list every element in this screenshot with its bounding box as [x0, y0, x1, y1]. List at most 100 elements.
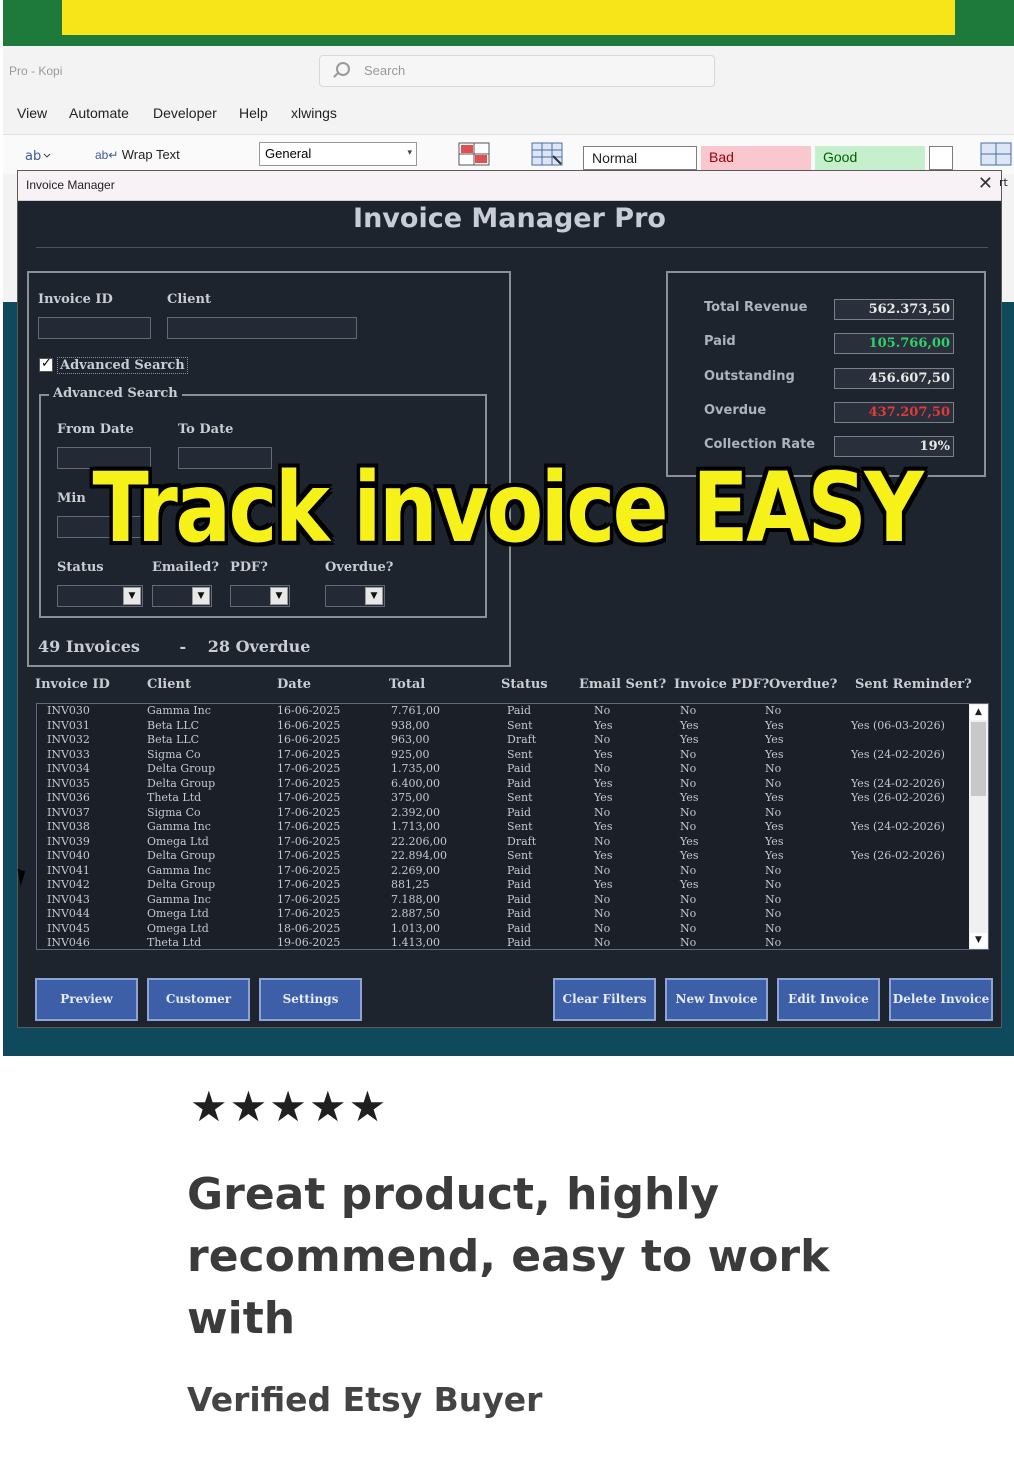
cell-client: Theta Ltd	[147, 791, 202, 804]
invoice-list[interactable]: INV030 Gamma Inc 16-06-2025 7.761,00 Paid No N…	[36, 703, 989, 950]
status-dropdown[interactable]: ▼	[57, 585, 143, 607]
cell-style-bad[interactable]: Bad	[701, 146, 811, 170]
close-icon[interactable]: ✕	[978, 173, 993, 194]
chevron-down-icon: ▼	[270, 587, 288, 605]
table-row[interactable]: INV033 Sigma Co 17-06-2025 925,00 Sent Yes No Y…	[37, 748, 967, 763]
cell-invoice-pdf: No	[680, 805, 697, 819]
table-row[interactable]: INV037 Sigma Co 17-06-2025 2.392,00 Paid No No…	[37, 806, 967, 821]
preview-button[interactable]: Preview	[35, 978, 138, 1021]
table-row[interactable]: INV031 Beta LLC 16-06-2025 938,00 Sent Yes Yes…	[37, 719, 967, 734]
orientation-icon[interactable]: ab	[23, 144, 53, 168]
clear-filters-button[interactable]: Clear Filters	[553, 978, 656, 1021]
cell-client: Omega Ltd	[147, 834, 209, 848]
cell-invoice-id: INV044	[47, 907, 90, 920]
cell-style-more[interactable]	[929, 146, 953, 170]
cell-sent-reminder: Yes (26-02-2026)	[851, 849, 945, 862]
cell-total: 938,00	[391, 718, 430, 732]
table-row[interactable]: INV036 Theta Ltd 17-06-2025 375,00 Sent Yes Ye…	[37, 791, 967, 806]
cell-client: Omega Ltd	[147, 921, 209, 935]
cell-overdue: No	[765, 776, 782, 790]
col-header-invoice-pdf[interactable]: Invoice PDF?	[674, 677, 769, 692]
cell-invoice-id: INV036	[47, 791, 90, 804]
summary-panel: Total Revenue 562.373,50 Paid 105.766,00…	[666, 271, 986, 477]
col-header-sent-reminder[interactable]: Sent Reminder?	[855, 677, 972, 692]
cell-style-normal[interactable]: Normal	[583, 146, 697, 170]
settings-button[interactable]: Settings	[259, 978, 362, 1021]
scroll-up-icon[interactable]: ▲	[970, 705, 987, 720]
table-row[interactable]: INV034 Delta Group 17-06-2025 1.735,00 Paid N…	[37, 762, 967, 777]
invoice-manager-dialog: Invoice Manager ✕ Invoice Manager Pro In…	[17, 170, 1002, 1028]
table-row[interactable]: INV032 Beta LLC 16-06-2025 963,00 Draft No Yes…	[37, 733, 967, 748]
cell-email-sent: No	[594, 936, 611, 949]
table-row[interactable]: INV035 Delta Group 17-06-2025 6.400,00 Paid Y…	[37, 777, 967, 792]
cell-invoice-id: INV030	[47, 704, 90, 717]
cell-total: 963,00	[391, 733, 430, 746]
review-text: Great product, highly recommend, easy to…	[187, 1169, 830, 1344]
table-row[interactable]: INV045 Omega Ltd 18-06-2025 1.013,00 Paid No N…	[37, 922, 967, 937]
table-row[interactable]: INV038 Gamma Inc 17-06-2025 1.713,00 Sent Yes…	[37, 820, 967, 835]
invoice-count-summary: 49 Invoices - 28 Overdue	[38, 637, 310, 656]
table-row[interactable]: INV043 Gamma Inc 17-06-2025 7.188,00 Paid No N…	[37, 893, 967, 908]
list-scrollbar[interactable]: ▲ ▼	[969, 704, 988, 949]
col-header-total[interactable]: Total	[389, 677, 425, 692]
from-date-label: From Date	[57, 422, 134, 437]
ribbon-tab-developer[interactable]: Developer	[153, 105, 217, 121]
edit-invoice-button[interactable]: Edit Invoice	[777, 978, 880, 1021]
cell-sent-reminder: Yes (06-03-2026)	[851, 718, 945, 732]
page-title: Invoice Manager Pro	[353, 203, 666, 234]
pdf-dropdown[interactable]: ▼	[230, 585, 290, 607]
ribbon-tab-automate[interactable]: Automate	[69, 105, 129, 121]
table-row[interactable]: INV041 Gamma Inc 17-06-2025 2.269,00 Paid No N…	[37, 864, 967, 879]
cell-invoice-pdf: Yes	[680, 878, 699, 891]
wrap-text-button[interactable]: ab↵ Wrap Text	[95, 147, 180, 162]
excel-search-box[interactable]: Search	[319, 55, 715, 87]
col-header-overdue[interactable]: Overdue?	[769, 677, 837, 692]
scroll-down-icon[interactable]: ▼	[970, 933, 987, 948]
cell-client: Gamma Inc	[147, 892, 211, 906]
cell-style-good[interactable]: Good	[815, 146, 925, 170]
dialog-titlebar[interactable]: Invoice Manager ✕	[18, 171, 1001, 201]
cell-email-sent: No	[594, 834, 611, 848]
col-header-client[interactable]: Client	[147, 677, 191, 692]
table-row[interactable]: INV030 Gamma Inc 16-06-2025 7.761,00 Paid No N…	[37, 704, 967, 719]
overdue-dropdown[interactable]: ▼	[325, 585, 385, 607]
chevron-down-icon: ▼	[123, 587, 141, 605]
col-header-invoice-id[interactable]: Invoice ID	[35, 677, 110, 692]
cell-overdue: Yes	[765, 849, 784, 862]
scrollbar-thumb[interactable]	[971, 722, 986, 796]
col-header-date[interactable]: Date	[277, 677, 311, 692]
cell-status: Draft	[507, 834, 537, 848]
emailed-dropdown[interactable]: ▼	[152, 585, 212, 607]
number-format-dropdown[interactable]: General ▾	[259, 142, 417, 166]
delete-invoice-button[interactable]: Delete Invoice	[889, 978, 993, 1021]
client-input[interactable]	[167, 317, 357, 339]
customer-button[interactable]: Customer	[147, 978, 250, 1021]
ribbon-tab-xlwings[interactable]: xlwings	[291, 105, 337, 121]
checkbox-checked-icon[interactable]	[39, 356, 53, 372]
table-row[interactable]: INV039 Omega Ltd 17-06-2025 22.206,00 Draft N…	[37, 835, 967, 850]
cell-date: 17-06-2025	[277, 863, 341, 877]
cell-sent-reminder: Yes (24-02-2026)	[851, 776, 945, 790]
table-row[interactable]: INV040 Delta Group 17-06-2025 22.894,00 Sent…	[37, 849, 967, 864]
cell-status: Paid	[507, 878, 532, 891]
table-row[interactable]: INV046 Theta Ltd 19-06-2025 1.413,00 Paid No N…	[37, 936, 967, 949]
cell-invoice-id: INV038	[47, 820, 90, 833]
format-as-table-icon[interactable]	[531, 142, 563, 166]
ribbon-tab-help[interactable]: Help	[239, 105, 268, 121]
col-header-email-sent[interactable]: Email Sent?	[579, 677, 666, 692]
cell-invoice-pdf: No	[680, 907, 697, 920]
workbook-title[interactable]: Pro - Kopi	[9, 64, 62, 78]
table-row[interactable]: INV044 Omega Ltd 17-06-2025 2.887,50 Paid No N…	[37, 907, 967, 922]
wrap-text-label: Wrap Text	[121, 147, 180, 162]
insert-cells-icon[interactable]	[980, 142, 1012, 166]
table-row[interactable]: INV042 Delta Group 17-06-2025 881,25 Paid Yes…	[37, 878, 967, 893]
cell-total: 6.400,00	[391, 776, 440, 790]
cell-total: 2.269,00	[391, 863, 440, 877]
invoice-id-input[interactable]	[38, 317, 151, 339]
col-header-status[interactable]: Status	[501, 677, 548, 692]
new-invoice-button[interactable]: New Invoice	[665, 978, 768, 1021]
cell-email-sent: No	[594, 892, 611, 906]
ribbon-tab-view[interactable]: View	[17, 105, 47, 121]
conditional-format-icon[interactable]	[458, 142, 490, 166]
cell-date: 17-06-2025	[277, 907, 341, 920]
